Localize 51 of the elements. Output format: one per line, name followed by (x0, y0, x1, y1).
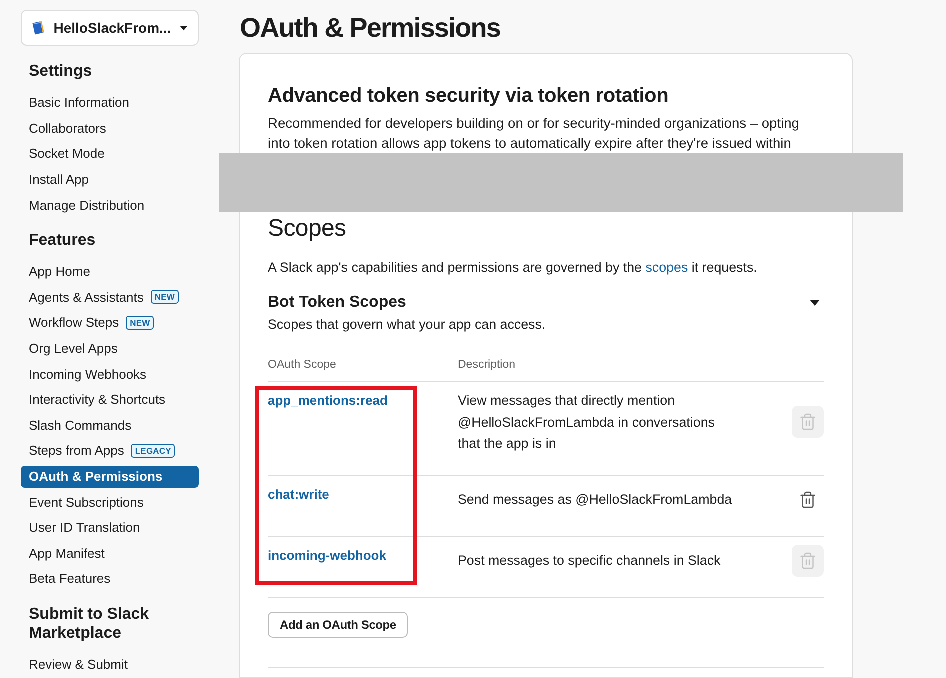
sidebar-item[interactable]: Collaborators (21, 117, 199, 140)
sidebar-item-label: Steps from Apps (29, 443, 124, 458)
column-header: Description (458, 358, 517, 373)
card-description: Recommended for developers building on or for security-minded organizations – opting into token rotation allows app tokens to automatically expire after they're issued within (268, 115, 800, 153)
sidebar-item[interactable]: Steps from Apps LEGACY (21, 440, 199, 462)
trash-icon (799, 413, 817, 432)
sidebar-item[interactable]: User ID Translation (21, 516, 199, 539)
feature-badge: NEW (126, 316, 154, 330)
sidebar-item[interactable]: Install App (21, 168, 199, 191)
sidebar-item[interactable]: Org Level Apps (21, 338, 199, 360)
sidebar-item[interactable]: Beta Features (21, 568, 199, 590)
sidebar-item[interactable]: App Manifest (21, 542, 199, 564)
scopes-link[interactable]: scopes (646, 260, 688, 275)
scope-name: app_mentions:read (268, 392, 389, 410)
scope-name: incoming-webhook (268, 546, 388, 565)
sidebar-item[interactable]: Slash Commands (21, 414, 199, 436)
sidebar-item[interactable]: Manage Distribution (21, 194, 199, 216)
sidebar-section-title: Submit to Slack Marketplace (28, 604, 150, 643)
sidebar-item[interactable]: App Home (21, 260, 199, 283)
app-switcher[interactable]: HelloSlackFrom... (21, 10, 199, 46)
trash-icon (799, 490, 817, 508)
sidebar-item[interactable]: Basic Information (21, 92, 199, 114)
caret-down-icon (180, 24, 188, 32)
column-header: OAuth Scope (268, 358, 338, 373)
subsection-subtitle: Scopes that govern what your app can access. (268, 316, 547, 334)
scopes-intro: A Slack app's capabilities and permissions are governed by the scopes it requests. (268, 259, 758, 277)
sidebar-section-title: Settings (28, 62, 94, 81)
sidebar-item[interactable]: Socket Mode (21, 142, 199, 165)
sidebar-item[interactable]: Event Subscriptions (21, 491, 199, 514)
sidebar-item[interactable]: Agents & Assistants NEW (21, 286, 199, 308)
sidebar-item[interactable]: Interactivity & Shortcuts (21, 388, 199, 411)
subsection-heading: Bot Token Scopes (268, 293, 406, 313)
sidebar-item-label: Workflow Steps (29, 315, 120, 330)
sidebar-item[interactable]: Workflow Steps NEW (21, 312, 199, 334)
add-scope-button[interactable]: Add an OAuth Scope (268, 612, 408, 638)
section-heading: Scopes (268, 214, 348, 244)
caret-down-icon (810, 300, 820, 306)
card-heading: Advanced token security via token rotation (268, 84, 670, 108)
scope-description: View messages that directly mention @HelloSlackFromLambda in conversations that the app is in (458, 392, 716, 453)
scope-description: Post messages to specific channels in Slack (458, 552, 722, 570)
sidebar-item[interactable]: OAuth & Permissions (21, 466, 199, 488)
sidebar-item-label: Agents & Assistants (29, 290, 144, 305)
trash-icon (799, 552, 817, 570)
scope-description: Send messages as @HelloSlackFromLambda (458, 490, 734, 509)
sidebar-item[interactable]: Incoming Webhooks (21, 363, 199, 386)
feature-badge: LEGACY (131, 444, 176, 458)
scope-name: chat:write (268, 486, 330, 504)
sidebar-section-title: Features (28, 230, 97, 250)
feature-badge: NEW (150, 290, 180, 304)
page-title: OAuth & Permissions (240, 12, 502, 45)
sidebar-item[interactable]: Review & Submit (21, 653, 199, 676)
